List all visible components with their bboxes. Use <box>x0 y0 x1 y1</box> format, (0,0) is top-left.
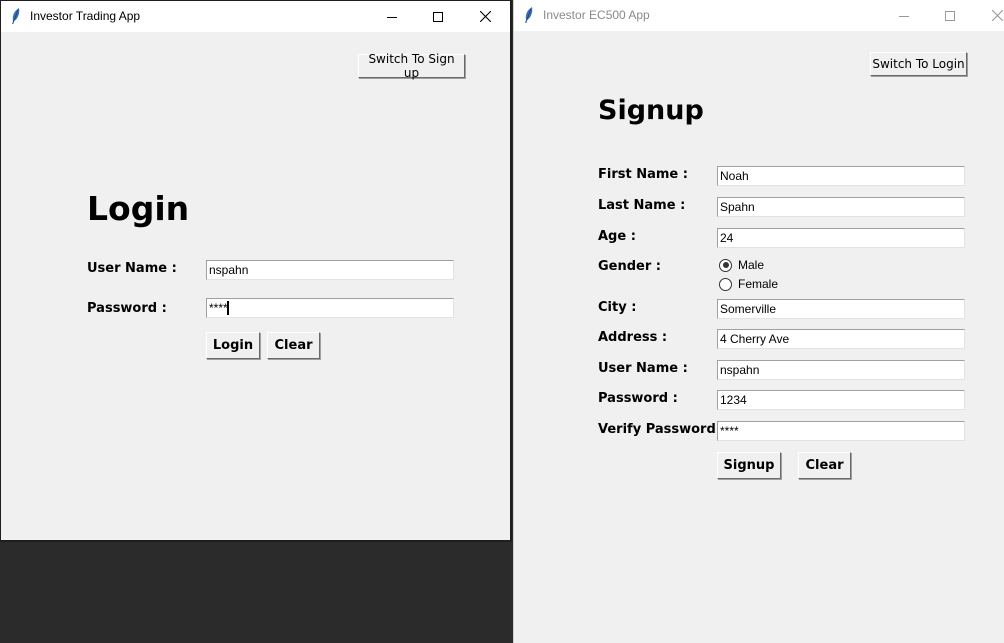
close-button[interactable] <box>462 1 508 32</box>
gender-label: Gender : <box>598 259 662 274</box>
first-name-input[interactable] <box>717 166 965 186</box>
maximize-icon <box>433 11 443 22</box>
age-input[interactable] <box>717 228 965 248</box>
radio-checked-icon <box>719 258 732 272</box>
username-input[interactable] <box>206 260 454 280</box>
switch-to-login-button[interactable]: Switch To Login <box>870 52 967 76</box>
minimize-icon <box>387 16 397 18</box>
address-input[interactable] <box>717 329 965 349</box>
maximize-icon <box>945 10 955 21</box>
signup-button[interactable]: Signup <box>717 452 781 479</box>
minimize-button[interactable] <box>369 1 415 32</box>
signup-password-input[interactable] <box>717 390 965 410</box>
login-window: Investor Trading App Switch To Sign up L… <box>0 0 512 542</box>
signup-clear-button[interactable]: Clear <box>798 452 851 479</box>
maximize-button[interactable] <box>415 1 461 32</box>
signup-password-label: Password : <box>598 391 678 406</box>
login-heading: Login <box>87 189 190 228</box>
minimize-icon <box>899 15 909 17</box>
last-name-label: Last Name : <box>598 198 686 213</box>
feather-icon <box>525 7 533 23</box>
feather-icon <box>12 8 20 24</box>
maximize-button[interactable] <box>927 0 973 31</box>
close-icon <box>991 10 1003 21</box>
city-input[interactable] <box>717 299 965 319</box>
window-title: Investor EC500 App <box>543 8 650 22</box>
clear-button[interactable]: Clear <box>267 332 320 359</box>
signup-username-input[interactable] <box>717 360 965 380</box>
city-label: City : <box>598 300 637 315</box>
window-title: Investor Trading App <box>30 9 141 23</box>
gender-radio-female[interactable]: Female <box>719 277 778 291</box>
switch-to-signup-button[interactable]: Switch To Sign up <box>358 52 465 80</box>
username-label: User Name : <box>87 261 177 276</box>
password-label: Password : <box>87 301 167 316</box>
verify-password-label: Verify Password <box>598 422 716 437</box>
close-button[interactable] <box>974 0 1004 31</box>
verify-password-input[interactable] <box>717 421 965 441</box>
first-name-label: First Name : <box>598 167 688 182</box>
password-input[interactable] <box>206 298 454 318</box>
signup-heading: Signup <box>598 95 704 126</box>
login-window-titlebar[interactable]: Investor Trading App <box>1 1 510 32</box>
minimize-button[interactable] <box>881 0 927 31</box>
age-label: Age : <box>598 229 636 244</box>
signup-window-titlebar[interactable]: Investor EC500 App <box>514 0 1004 31</box>
signup-username-label: User Name : <box>598 361 688 376</box>
login-button[interactable]: Login <box>206 332 260 359</box>
last-name-input[interactable] <box>717 197 965 217</box>
gender-radio-male[interactable]: Male <box>719 258 764 272</box>
radio-label: Male <box>738 258 765 272</box>
radio-unchecked-icon <box>719 277 732 291</box>
close-icon <box>479 11 491 22</box>
signup-window: Investor EC500 App Switch To Login Signu… <box>513 0 1004 643</box>
text-cursor <box>227 301 229 315</box>
address-label: Address : <box>598 330 668 345</box>
radio-label: Female <box>738 277 779 291</box>
